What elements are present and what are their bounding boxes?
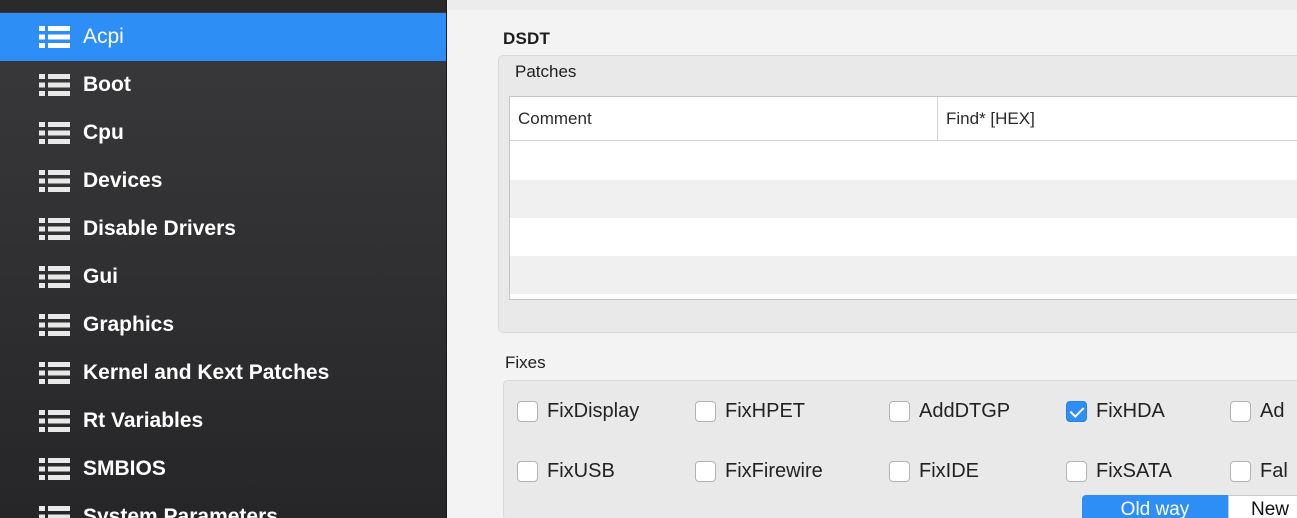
checkbox-box[interactable] <box>889 401 910 422</box>
checkbox-fixide[interactable]: FixIDE <box>889 460 979 483</box>
patches-title: Patches <box>515 62 577 81</box>
main-top-edge <box>448 0 1297 10</box>
patches-table[interactable]: Comment Find* [HEX] <box>509 96 1297 300</box>
table-row[interactable] <box>510 142 1297 180</box>
sidebar-item-gui[interactable]: Gui <box>0 253 446 301</box>
checkbox-fixhda[interactable]: FixHDA <box>1066 400 1165 423</box>
list-icon <box>39 266 70 288</box>
sidebar-item-label: Gui <box>83 265 118 288</box>
dsdt-title: DSDT <box>503 29 551 48</box>
checkbox-fixfirewire[interactable]: FixFirewire <box>695 460 823 483</box>
table-row[interactable] <box>510 218 1297 256</box>
table-header: Comment Find* [HEX] <box>510 97 1297 141</box>
sidebar-item-boot[interactable]: Boot <box>0 61 446 109</box>
segment-new[interactable]: New <box>1228 495 1297 518</box>
sidebar-item-devices[interactable]: Devices <box>0 157 446 205</box>
checkbox-label: FixFirewire <box>725 460 823 482</box>
sidebar-item-cpu[interactable]: Cpu <box>0 109 446 157</box>
sidebar-item-rt-variables[interactable]: Rt Variables <box>0 397 446 445</box>
checkbox-box[interactable] <box>889 461 910 482</box>
table-row[interactable] <box>510 180 1297 218</box>
checkbox-box[interactable] <box>1230 401 1251 422</box>
list-icon <box>39 74 70 96</box>
fixes-title: Fixes <box>505 353 546 372</box>
sidebar-top-edge <box>0 0 446 12</box>
checkbox-box[interactable] <box>517 401 538 422</box>
checkbox-box[interactable] <box>1066 401 1087 422</box>
checkbox-label: FixHPET <box>725 400 805 422</box>
list-icon <box>39 314 70 336</box>
sidebar-item-label: Rt Variables <box>83 409 204 432</box>
sidebar-item-label: Kernel and Kext Patches <box>83 361 330 384</box>
list-icon <box>39 410 70 432</box>
list-icon <box>39 26 70 48</box>
sidebar-item-label: Graphics <box>83 313 175 336</box>
sidebar-list: Acpi Boot Cpu Devices Disable Drivers Gu… <box>0 13 446 518</box>
list-icon <box>39 122 70 144</box>
checkbox-fixsata[interactable]: FixSATA <box>1066 460 1172 483</box>
main-pane: DSDT Patches Comment Find* [HEX] Fixes F… <box>448 0 1297 518</box>
column-header-comment[interactable]: Comment <box>510 97 938 141</box>
checkbox-fixdisplay[interactable]: FixDisplay <box>517 400 639 423</box>
checkbox-box[interactable] <box>1066 461 1087 482</box>
sidebar-item-label: Disable Drivers <box>83 217 236 240</box>
sidebar-item-graphics[interactable]: Graphics <box>0 301 446 349</box>
checkbox-label: FixIDE <box>919 460 979 482</box>
checkbox-label: FixUSB <box>547 460 615 482</box>
sidebar-item-smbios[interactable]: SMBIOS <box>0 445 446 493</box>
checkbox-box[interactable] <box>517 461 538 482</box>
checkbox-label: AddDTGP <box>919 400 1011 422</box>
column-header-find-hex[interactable]: Find* [HEX] <box>938 97 1297 141</box>
list-icon <box>39 458 70 480</box>
checkbox-label: FixDisplay <box>547 400 640 422</box>
checkbox-fixhpet[interactable]: FixHPET <box>695 400 805 423</box>
sidebar-item-acpi[interactable]: Acpi <box>0 13 446 61</box>
sidebar-item-label: Cpu <box>83 121 124 144</box>
checkbox-label: FixSATA <box>1096 460 1172 482</box>
sidebar: Acpi Boot Cpu Devices Disable Drivers Gu… <box>0 0 447 518</box>
sidebar-item-disable-drivers[interactable]: Disable Drivers <box>0 205 446 253</box>
sidebar-item-label: Boot <box>83 73 131 96</box>
checkbox-box[interactable] <box>1230 461 1251 482</box>
list-icon <box>39 170 70 192</box>
list-icon <box>39 218 70 240</box>
sidebar-item-label: Acpi <box>83 25 124 48</box>
sidebar-item-system-parameters[interactable]: System Parameters <box>0 493 446 518</box>
list-icon <box>39 362 70 384</box>
checkbox-fixusb[interactable]: FixUSB <box>517 460 615 483</box>
sidebar-item-label: Devices <box>83 169 163 192</box>
list-icon <box>39 506 70 518</box>
checkbox-label: Fal <box>1260 460 1288 482</box>
checkbox-adddtgp[interactable]: AddDTGP <box>889 400 1010 423</box>
checkbox-box[interactable] <box>695 401 716 422</box>
sidebar-item-label: SMBIOS <box>83 457 166 480</box>
segment-old-way[interactable]: Old way <box>1082 495 1228 518</box>
checkbox-fal[interactable]: Fal <box>1230 460 1288 483</box>
sidebar-item-label: System Parameters <box>83 505 278 518</box>
table-row[interactable] <box>510 256 1297 294</box>
checkbox-box[interactable] <box>695 461 716 482</box>
checkbox-ad[interactable]: Ad <box>1230 400 1284 423</box>
checkbox-label: Ad <box>1260 400 1285 422</box>
checkbox-label: FixHDA <box>1096 400 1165 422</box>
sidebar-item-kernel-and-kext-patches[interactable]: Kernel and Kext Patches <box>0 349 446 397</box>
